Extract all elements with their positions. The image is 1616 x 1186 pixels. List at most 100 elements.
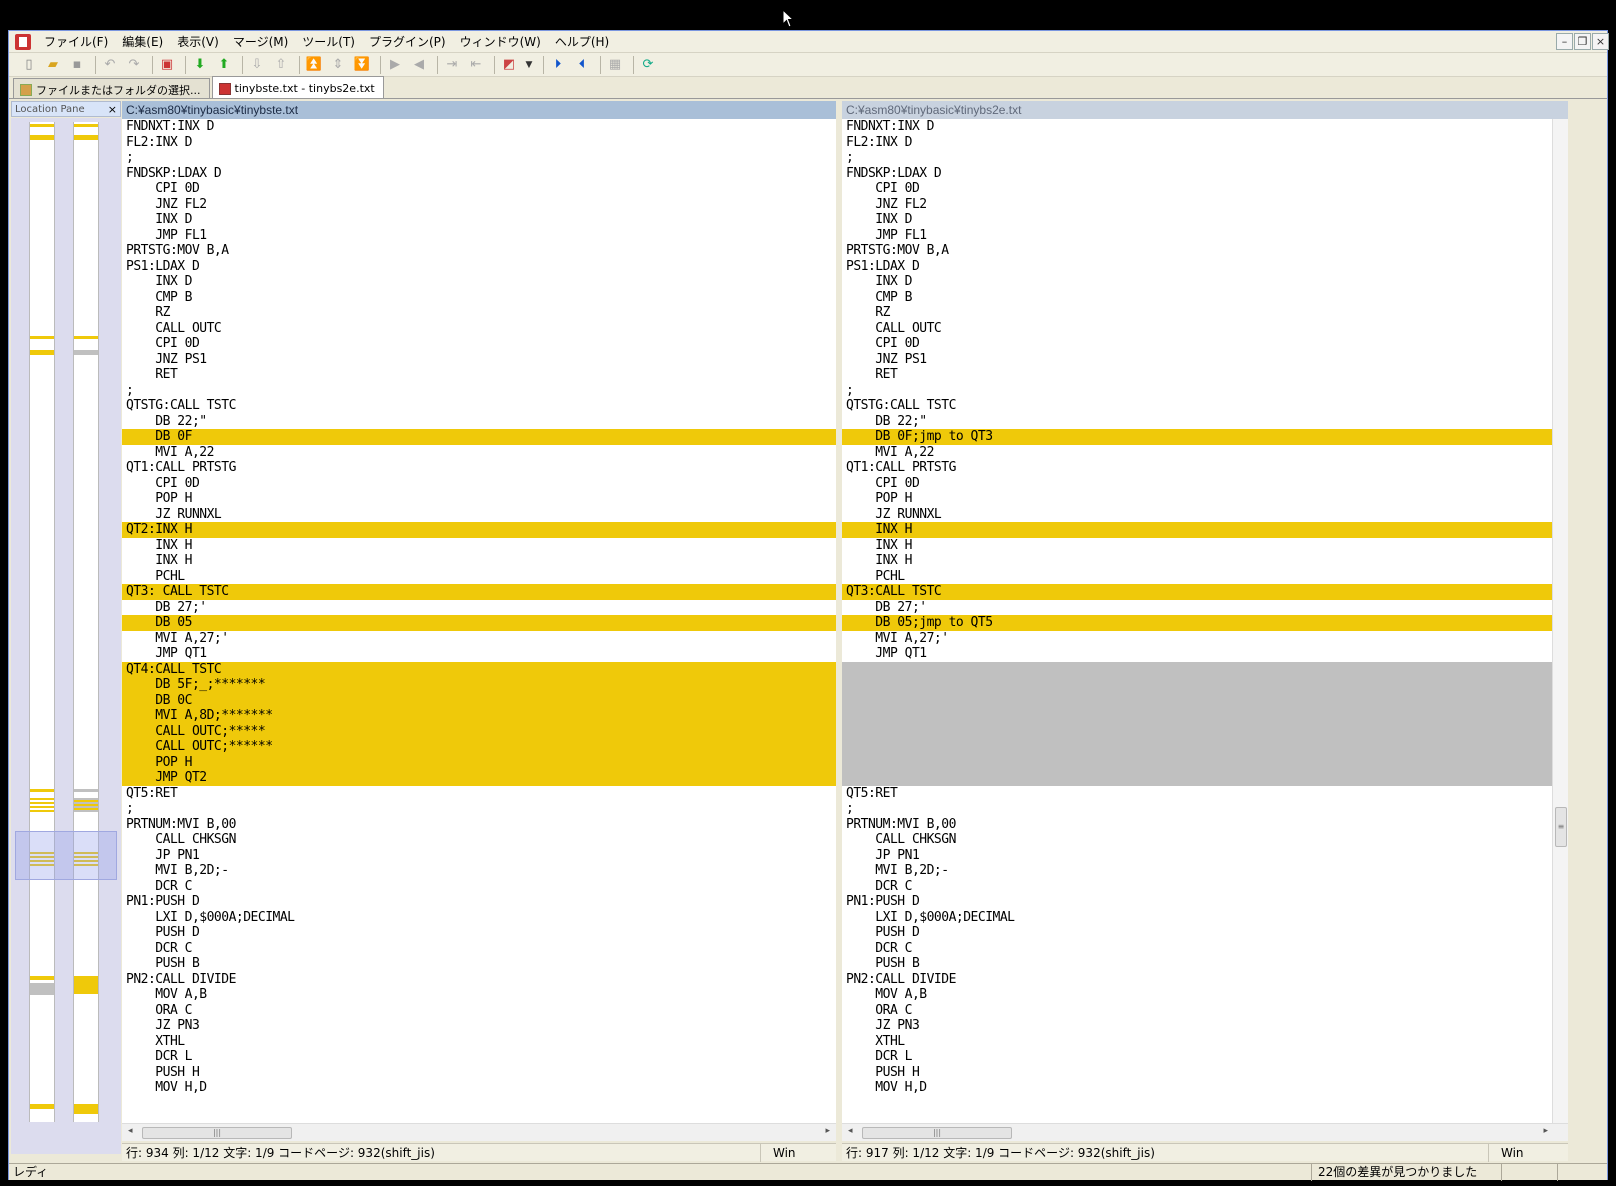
code-line[interactable]: JZ RUNNXL bbox=[842, 507, 1552, 523]
code-line[interactable]: PRTNUM:MVI B,00 bbox=[122, 817, 836, 833]
last-diff-icon[interactable]: ⏬ bbox=[352, 55, 372, 75]
gap-line[interactable] bbox=[842, 754, 1552, 770]
gap-line[interactable] bbox=[842, 708, 1552, 724]
code-line[interactable]: JZ PN3 bbox=[122, 1018, 836, 1034]
left-file-pane[interactable]: C:¥asm80¥tinybasic¥tinybste.txt FNDNXT:I… bbox=[122, 101, 836, 1141]
code-line[interactable]: CPI 0D bbox=[122, 476, 836, 492]
dropdown-arrow-icon[interactable]: ▼ bbox=[523, 55, 535, 75]
code-line[interactable]: FNDNXT:INX D bbox=[842, 119, 1552, 135]
code-line[interactable]: PN1:PUSH D bbox=[842, 894, 1552, 910]
scroll-thumb[interactable]: ≡ bbox=[1555, 807, 1567, 847]
location-pane-map[interactable] bbox=[11, 118, 121, 1154]
code-line[interactable]: DCR C bbox=[122, 879, 836, 895]
diff-line[interactable]: CALL OUTC;****** bbox=[122, 739, 836, 755]
first-conflict-icon[interactable]: ⏫ bbox=[304, 55, 324, 75]
code-line[interactable]: QTSTG:CALL TSTC bbox=[122, 398, 836, 414]
diff-line[interactable]: DB 5F;_;******* bbox=[122, 677, 836, 693]
gap-line[interactable] bbox=[842, 770, 1552, 786]
tab-compare[interactable]: tinybste.txt - tinybs2e.txt bbox=[211, 76, 384, 98]
diff-line[interactable]: MVI A,8D;******* bbox=[122, 708, 836, 724]
code-line[interactable]: CPI 0D bbox=[842, 476, 1552, 492]
location-viewport[interactable] bbox=[15, 831, 117, 880]
code-line[interactable]: INX D bbox=[842, 212, 1552, 228]
menu-merge[interactable]: マージ(M) bbox=[226, 31, 295, 52]
new-file-icon[interactable]: ▯ bbox=[19, 55, 39, 75]
diff-line[interactable]: DB 0C bbox=[122, 692, 836, 708]
code-line[interactable]: DCR L bbox=[842, 1049, 1552, 1065]
code-line[interactable]: MVI A,27;' bbox=[842, 631, 1552, 647]
code-line[interactable]: ; bbox=[122, 150, 836, 166]
vertical-scrollbar[interactable]: ≡ bbox=[1552, 119, 1568, 1123]
copy-right-icon[interactable]: ▶ bbox=[385, 55, 405, 75]
code-line[interactable]: MVI B,2D;- bbox=[842, 863, 1552, 879]
code-line[interactable]: INX D bbox=[842, 274, 1552, 290]
code-line[interactable]: DB 22;" bbox=[842, 414, 1552, 430]
copy-left-advance-icon[interactable]: ⇤ bbox=[466, 55, 486, 75]
code-line[interactable]: RET bbox=[842, 367, 1552, 383]
code-line[interactable]: JZ PN3 bbox=[842, 1018, 1552, 1034]
code-line[interactable]: QT5:RET bbox=[122, 786, 836, 802]
grid-icon[interactable]: ▦ bbox=[605, 55, 625, 75]
compare-right-icon[interactable]: ⏵ bbox=[548, 55, 568, 75]
code-line[interactable]: PUSH D bbox=[842, 925, 1552, 941]
code-line[interactable]: ; bbox=[842, 801, 1552, 817]
code-line[interactable]: DCR C bbox=[842, 941, 1552, 957]
code-line[interactable]: FNDSKP:LDAX D bbox=[122, 166, 836, 182]
code-line[interactable]: PN1:PUSH D bbox=[122, 894, 836, 910]
app-icon[interactable] bbox=[15, 33, 31, 50]
code-line[interactable]: DB 27;' bbox=[122, 600, 836, 616]
scroll-thumb[interactable]: ||| bbox=[142, 1127, 292, 1139]
save-icon[interactable]: ▪ bbox=[67, 55, 87, 75]
code-line[interactable]: FNDSKP:LDAX D bbox=[842, 166, 1552, 182]
code-line[interactable]: DCR L bbox=[122, 1049, 836, 1065]
menu-edit[interactable]: 編集(E) bbox=[115, 31, 170, 52]
code-line[interactable]: FNDNXT:INX D bbox=[122, 119, 836, 135]
code-line[interactable]: PS1:LDAX D bbox=[122, 259, 836, 275]
gap-line[interactable] bbox=[842, 739, 1552, 755]
code-line[interactable]: PUSH D bbox=[122, 925, 836, 941]
menu-view[interactable]: 表示(V) bbox=[170, 31, 226, 52]
diff-line[interactable]: DB 05;jmp to QT5 bbox=[842, 615, 1552, 631]
code-line[interactable]: PRTSTG:MOV B,A bbox=[122, 243, 836, 259]
gap-line[interactable] bbox=[842, 677, 1552, 693]
code-line[interactable]: INX H bbox=[842, 553, 1552, 569]
code-line[interactable]: POP H bbox=[122, 491, 836, 507]
right-code-view[interactable]: FNDNXT:INX D FL2:INX D; FNDSKP:LDAX D CPI … bbox=[842, 119, 1552, 1123]
code-line[interactable]: PRTSTG:MOV B,A bbox=[842, 243, 1552, 259]
code-line[interactable]: JMP FL1 bbox=[122, 228, 836, 244]
code-line[interactable]: LXI D,$000A;DECIMAL bbox=[842, 910, 1552, 926]
gap-line[interactable] bbox=[842, 723, 1552, 739]
code-line[interactable]: PS1:LDAX D bbox=[842, 259, 1552, 275]
code-line[interactable]: JNZ PS1 bbox=[122, 352, 836, 368]
gap-line[interactable] bbox=[842, 692, 1552, 708]
code-line[interactable]: PRTNUM:MVI B,00 bbox=[842, 817, 1552, 833]
code-line[interactable]: PCHL bbox=[122, 569, 836, 585]
sync-icon[interactable]: ⟳ bbox=[638, 55, 658, 75]
code-line[interactable]: INX H bbox=[122, 553, 836, 569]
diff-line[interactable]: DB 0F bbox=[122, 429, 836, 445]
minimize-icon[interactable]: – bbox=[1556, 33, 1573, 50]
code-line[interactable]: ; bbox=[842, 150, 1552, 166]
first-diff-icon[interactable]: ⇧ bbox=[271, 55, 291, 75]
code-line[interactable]: CMP B bbox=[842, 290, 1552, 306]
code-line[interactable]: DB 27;' bbox=[842, 600, 1552, 616]
menu-plugins[interactable]: プラグイン(P) bbox=[362, 31, 453, 52]
code-line[interactable]: MOV A,B bbox=[842, 987, 1552, 1003]
code-line[interactable]: MVI A,22 bbox=[842, 445, 1552, 461]
code-line[interactable]: PUSH B bbox=[842, 956, 1552, 972]
redo-icon[interactable]: ↷ bbox=[124, 55, 144, 75]
code-line[interactable]: MVI B,2D;- bbox=[122, 863, 836, 879]
open-folder-icon[interactable]: ▰ bbox=[43, 55, 63, 75]
diff-line[interactable]: DB 05 bbox=[122, 615, 836, 631]
close-icon[interactable]: × bbox=[1592, 33, 1609, 50]
right-horizontal-scrollbar[interactable]: ◂ ||| ▸ bbox=[842, 1123, 1568, 1141]
scroll-right-icon[interactable]: ▸ bbox=[825, 1126, 830, 1136]
all-diff-icon[interactable]: ⇕ bbox=[328, 55, 348, 75]
code-line[interactable]: JMP QT1 bbox=[842, 646, 1552, 662]
code-line[interactable]: FL2:INX D bbox=[842, 135, 1552, 151]
diff-line[interactable]: QT3:CALL TSTC bbox=[842, 584, 1552, 600]
code-line[interactable]: ORA C bbox=[842, 1003, 1552, 1019]
right-file-pane[interactable]: C:¥asm80¥tinybasic¥tinybs2e.txt FNDNXT:I… bbox=[842, 101, 1568, 1141]
location-bar-left[interactable] bbox=[29, 122, 55, 1122]
code-line[interactable]: DCR C bbox=[122, 941, 836, 957]
